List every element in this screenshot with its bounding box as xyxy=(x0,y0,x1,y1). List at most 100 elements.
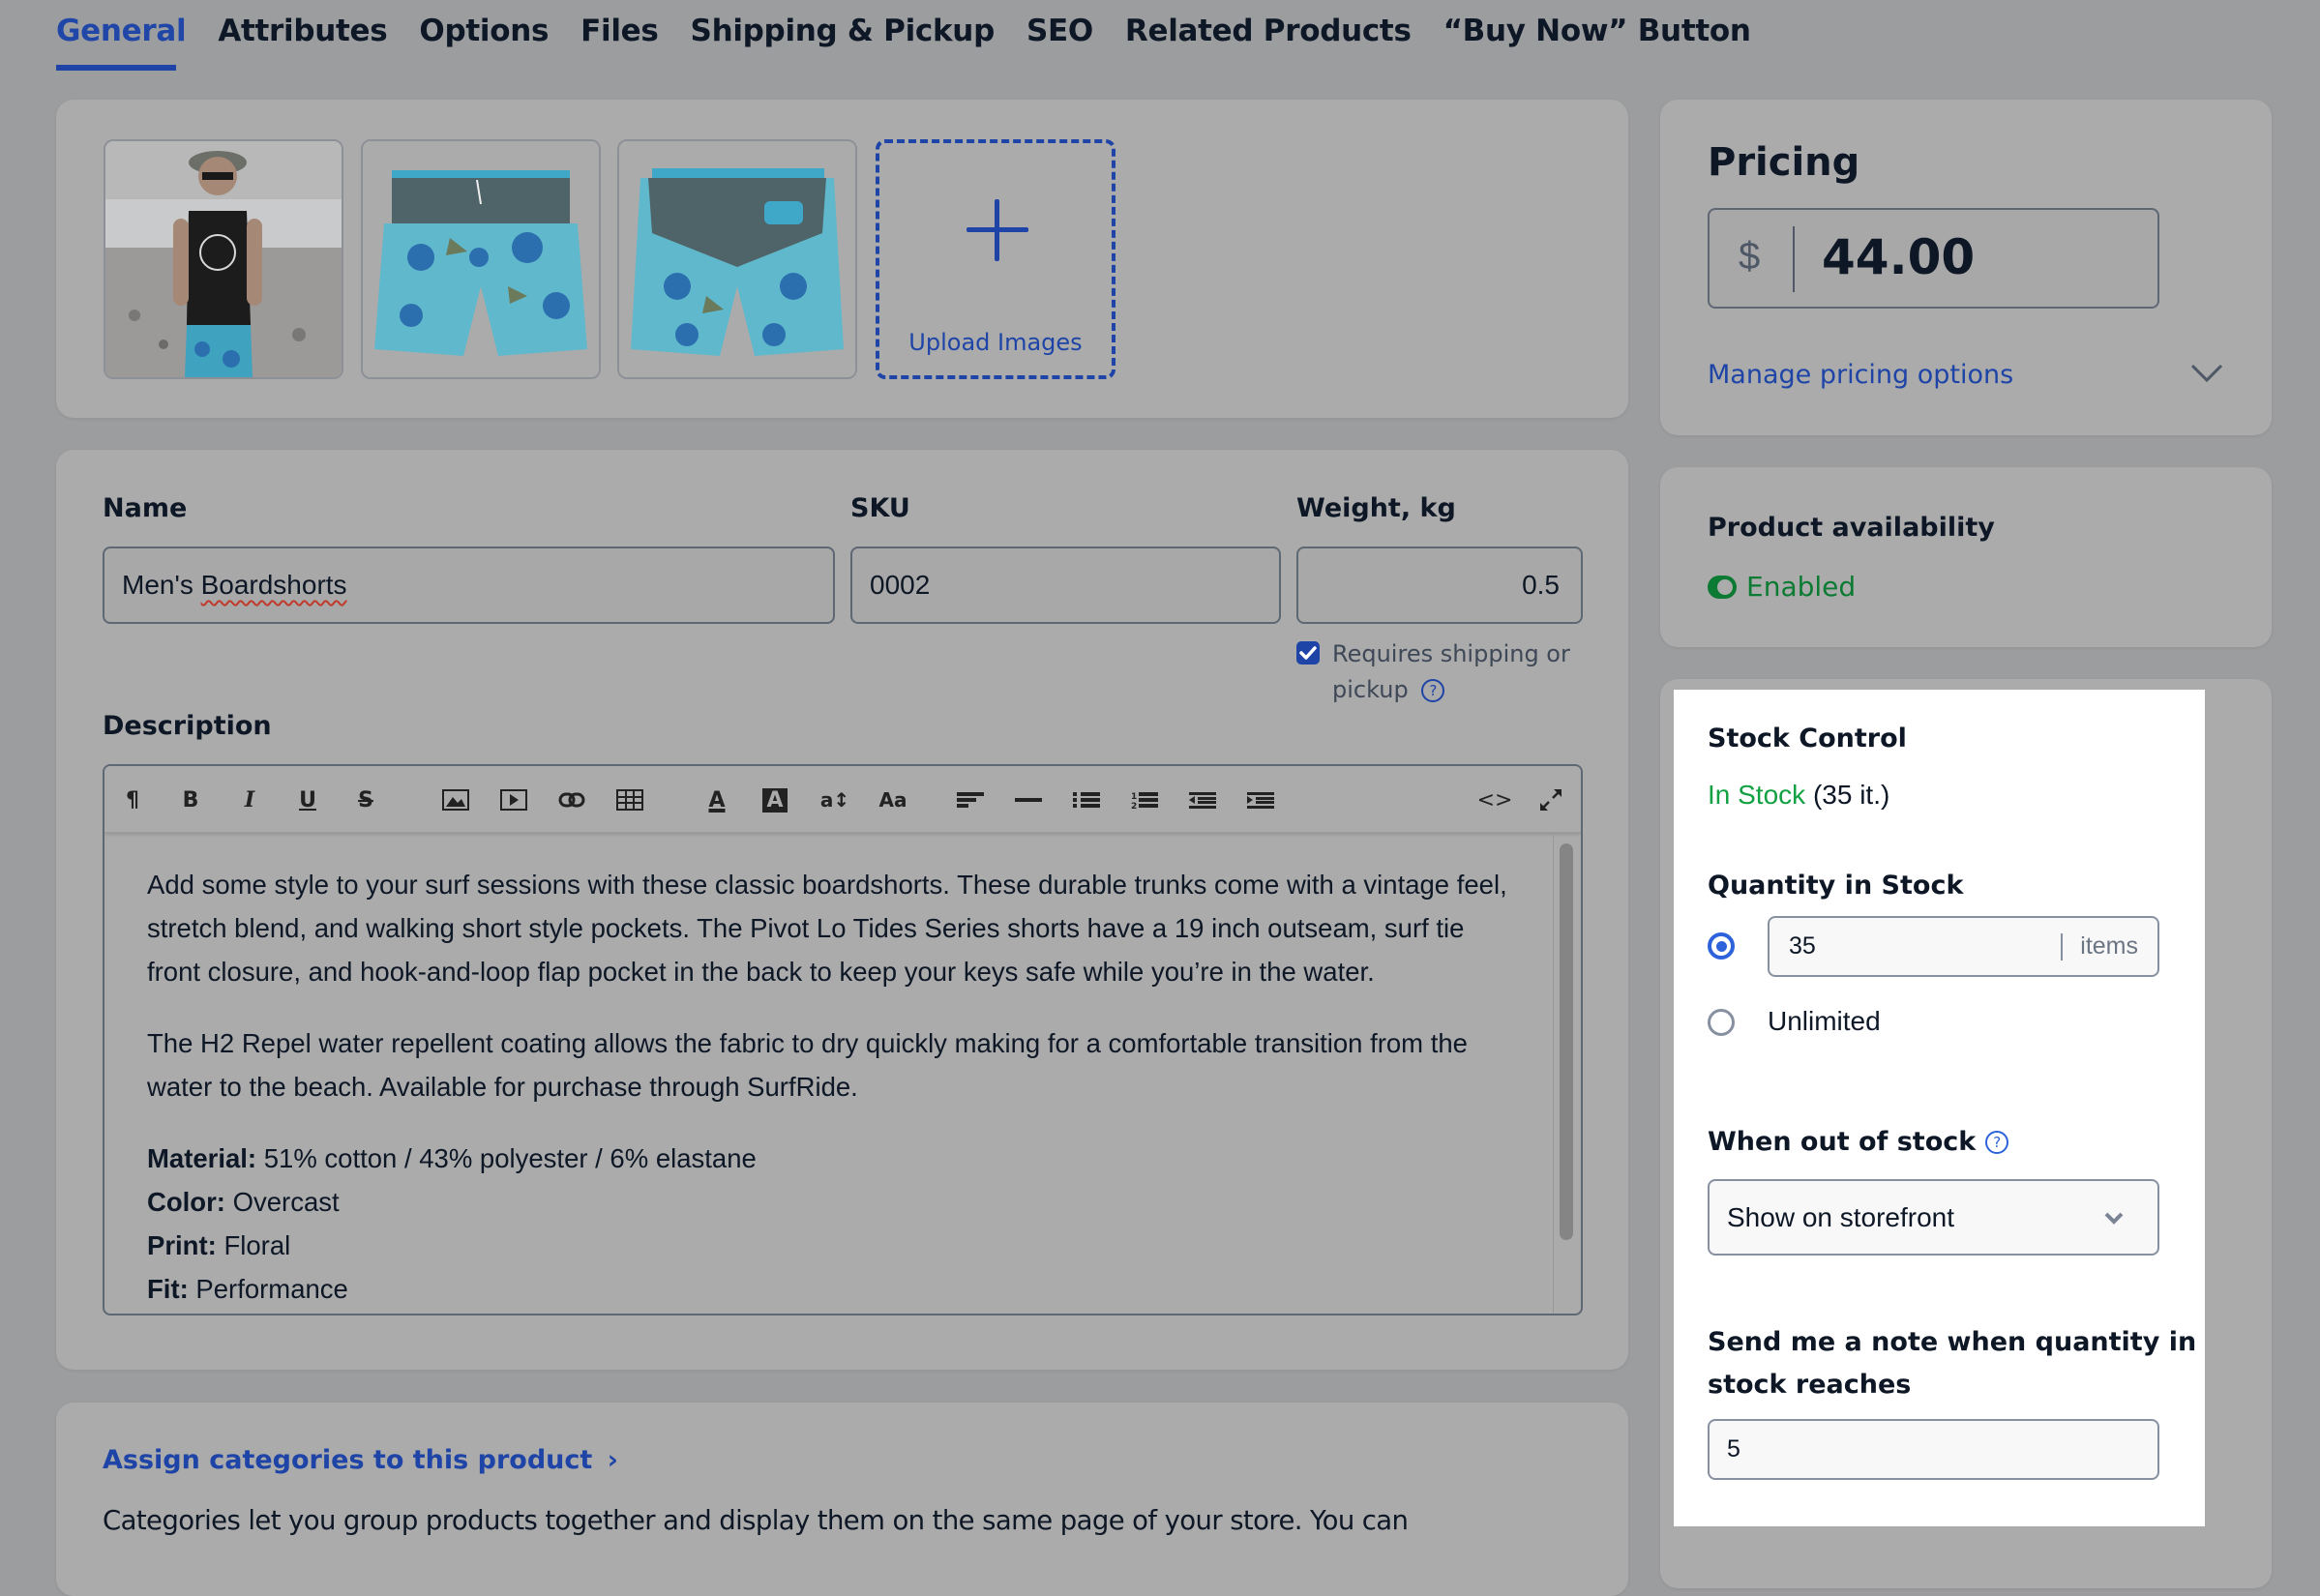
manage-pricing-options-link[interactable]: Manage pricing options xyxy=(1708,360,2013,390)
categories-description: Categories let you group products togeth… xyxy=(103,1505,1409,1536)
availability-status: Enabled xyxy=(1746,571,1857,603)
spec-key: Fit: xyxy=(147,1274,189,1304)
sku-value: 0002 xyxy=(870,570,931,600)
italic-icon[interactable]: I xyxy=(235,783,264,816)
description-editor[interactable]: ¶ B I U S A A a↕ Aa 12 <> Add some style… xyxy=(103,764,1583,1315)
spec-key: Color: xyxy=(147,1187,225,1217)
tab-shipping-pickup[interactable]: Shipping & Pickup xyxy=(691,14,996,48)
description-label: Description xyxy=(103,711,272,741)
chevron-down-icon[interactable] xyxy=(2189,363,2224,389)
notify-threshold-value: 5 xyxy=(1727,1435,1740,1463)
requires-shipping-text-2: pickup xyxy=(1332,676,1409,703)
upload-images-label: Upload Images xyxy=(908,329,1083,356)
quantity-unit: items xyxy=(2080,932,2138,960)
spec-value: Overcast xyxy=(224,1187,340,1217)
svg-text:1: 1 xyxy=(1131,792,1137,802)
paragraph-icon[interactable]: ¶ xyxy=(118,783,147,816)
stock-control-title: Stock Control xyxy=(1708,724,1907,754)
weight-input[interactable]: 0.5 xyxy=(1296,547,1583,624)
notify-label-line: stock reaches xyxy=(1708,1370,1912,1400)
chevron-down-icon xyxy=(2104,1212,2124,1225)
underline-icon[interactable]: U xyxy=(293,783,322,816)
notify-threshold-label: Send me a note when quantity in stock re… xyxy=(1708,1321,2196,1406)
out-of-stock-selected: Show on storefront xyxy=(1727,1201,1955,1232)
availability-title: Product availability xyxy=(1708,513,1995,543)
quantity-limited-radio[interactable] xyxy=(1708,932,1735,960)
stock-count: (35 it.) xyxy=(1812,780,1890,810)
video-icon[interactable] xyxy=(499,783,528,816)
quantity-in-stock-label: Quantity in Stock xyxy=(1708,871,1964,901)
font-color-icon[interactable]: A xyxy=(702,783,731,816)
price-value: 44.00 xyxy=(1822,229,1976,285)
unlimited-label[interactable]: Unlimited xyxy=(1768,1006,1881,1037)
tab-bar: General Attributes Options Files Shippin… xyxy=(56,14,1783,48)
upload-images-button[interactable]: Upload Images xyxy=(876,139,1115,379)
bullet-list-icon[interactable] xyxy=(1072,783,1101,816)
help-icon[interactable]: ? xyxy=(1421,679,1445,702)
editor-scrollbar[interactable] xyxy=(1553,834,1573,1314)
weight-value: 0.5 xyxy=(1522,570,1560,600)
name-label: Name xyxy=(103,493,188,523)
out-of-stock-select[interactable]: Show on storefront xyxy=(1708,1179,2159,1256)
checkmark-icon xyxy=(1299,646,1317,660)
help-icon[interactable]: ? xyxy=(1985,1130,2009,1154)
description-content[interactable]: Add some style to your surf sessions wit… xyxy=(147,863,1521,1311)
numbered-list-icon[interactable]: 12 xyxy=(1130,783,1159,816)
description-paragraph: Add some style to your surf sessions wit… xyxy=(147,870,1507,987)
quantity-input[interactable]: 35 items xyxy=(1768,916,2159,977)
currency-symbol: $ xyxy=(1739,235,1761,278)
product-image-thumbnail[interactable] xyxy=(361,139,601,379)
tab-options[interactable]: Options xyxy=(419,14,549,48)
spec-row: Fit: Performance xyxy=(147,1267,1521,1311)
active-tab-indicator xyxy=(56,65,176,71)
requires-shipping-label: Requires shipping or pickup ? xyxy=(1332,636,1570,708)
link-icon[interactable] xyxy=(557,783,586,816)
fullscreen-icon[interactable] xyxy=(1536,783,1565,816)
boardshorts-front-image xyxy=(363,141,599,377)
unit-divider xyxy=(2061,933,2063,961)
in-stock-status: In Stock xyxy=(1708,780,1806,810)
tab-buy-now-button[interactable]: “Buy Now” Button xyxy=(1443,14,1751,48)
spec-value: Performance xyxy=(188,1274,348,1304)
table-icon[interactable] xyxy=(615,783,644,816)
editor-scrollbar-thumb[interactable] xyxy=(1560,843,1573,1240)
sku-input[interactable]: 0002 xyxy=(850,547,1281,624)
when-out-of-stock-label: When out of stock ? xyxy=(1708,1127,2009,1157)
bold-icon[interactable]: B xyxy=(176,783,205,816)
spellcheck-flag: Boardshorts xyxy=(200,570,347,600)
font-family-icon[interactable]: Aa xyxy=(877,783,909,816)
description-paragraph: The H2 Repel water repellent coating all… xyxy=(147,1028,1468,1102)
tab-general[interactable]: General xyxy=(56,14,187,48)
strikethrough-icon[interactable]: S xyxy=(351,783,380,816)
quantity-unlimited-radio[interactable] xyxy=(1708,1009,1735,1036)
quantity-value: 35 xyxy=(1789,932,1816,960)
name-input[interactable]: Men's Boardshorts xyxy=(103,547,835,624)
assign-categories-link[interactable]: Assign categories to this product › xyxy=(103,1445,618,1475)
tab-related-products[interactable]: Related Products xyxy=(1125,14,1412,48)
product-image-thumbnail[interactable] xyxy=(104,139,343,379)
horizontal-rule-icon[interactable] xyxy=(1014,783,1043,816)
outdent-icon[interactable] xyxy=(1188,783,1217,816)
svg-text:2: 2 xyxy=(1131,802,1137,810)
tab-attributes[interactable]: Attributes xyxy=(218,14,387,48)
product-image-thumbnail[interactable] xyxy=(617,139,857,379)
tab-seo[interactable]: SEO xyxy=(1026,14,1093,48)
out-of-stock-label-text: When out of stock xyxy=(1708,1127,1977,1157)
toggle-on-icon xyxy=(1708,575,1737,599)
spec-row: Color: Overcast xyxy=(147,1180,1521,1224)
currency-divider xyxy=(1793,226,1795,292)
requires-shipping-text: Requires shipping or xyxy=(1332,640,1570,667)
tab-files[interactable]: Files xyxy=(580,14,659,48)
notify-threshold-input[interactable]: 5 xyxy=(1708,1419,2159,1480)
price-input[interactable]: $ 44.00 xyxy=(1708,208,2159,309)
requires-shipping-checkbox[interactable] xyxy=(1296,641,1320,665)
align-left-icon[interactable] xyxy=(956,783,985,816)
image-icon[interactable] xyxy=(441,783,470,816)
indent-icon[interactable] xyxy=(1246,783,1275,816)
highlight-color-icon[interactable]: A xyxy=(760,783,789,816)
man-on-beach-image xyxy=(105,141,342,377)
spec-row: Material: 51% cotton / 43% polyester / 6… xyxy=(147,1137,1521,1180)
code-view-icon[interactable]: <> xyxy=(1477,783,1513,816)
availability-toggle[interactable]: Enabled xyxy=(1708,571,1856,603)
font-size-icon[interactable]: a↕ xyxy=(818,783,851,816)
